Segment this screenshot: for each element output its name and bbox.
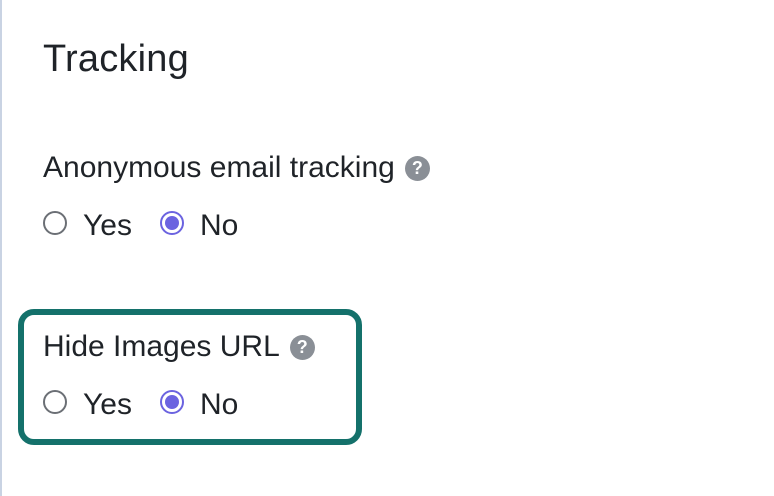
hide-images-url-yes-option[interactable]: Yes — [43, 387, 132, 423]
anonymous-email-tracking-yes-option[interactable]: Yes — [43, 208, 132, 244]
hide-images-url-options: Yes No — [43, 387, 315, 423]
anonymous-email-tracking-label: Anonymous email tracking — [43, 151, 395, 184]
hide-images-url-field: Hide Images URL ? Yes No — [43, 329, 315, 423]
tracking-panel: Tracking Anonymous email tracking ? Yes … — [0, 0, 774, 496]
radio-no-label: No — [199, 209, 239, 242]
hide-images-url-label: Hide Images URL — [43, 330, 280, 363]
hide-images-url-no-option[interactable]: No — [159, 387, 239, 423]
section-title: Tracking — [43, 38, 189, 80]
radio-no-checked[interactable] — [159, 390, 184, 414]
radio-no-label: No — [199, 388, 239, 421]
radio-yes-unchecked[interactable] — [43, 390, 67, 414]
hide-images-url-label-row: Hide Images URL ? — [43, 329, 315, 365]
help-icon[interactable]: ? — [404, 155, 430, 181]
anonymous-email-tracking-options: Yes No — [43, 208, 430, 244]
radio-yes-label: Yes — [83, 209, 132, 242]
anonymous-email-tracking-no-option[interactable]: No — [159, 208, 239, 244]
radio-yes-unchecked[interactable] — [43, 211, 67, 235]
radio-no-checked[interactable] — [159, 211, 184, 235]
anonymous-email-tracking-label-row: Anonymous email tracking ? — [43, 150, 430, 186]
anonymous-email-tracking-field: Anonymous email tracking ? Yes No — [43, 150, 430, 244]
radio-yes-label: Yes — [83, 388, 132, 421]
help-icon[interactable]: ? — [289, 334, 315, 360]
